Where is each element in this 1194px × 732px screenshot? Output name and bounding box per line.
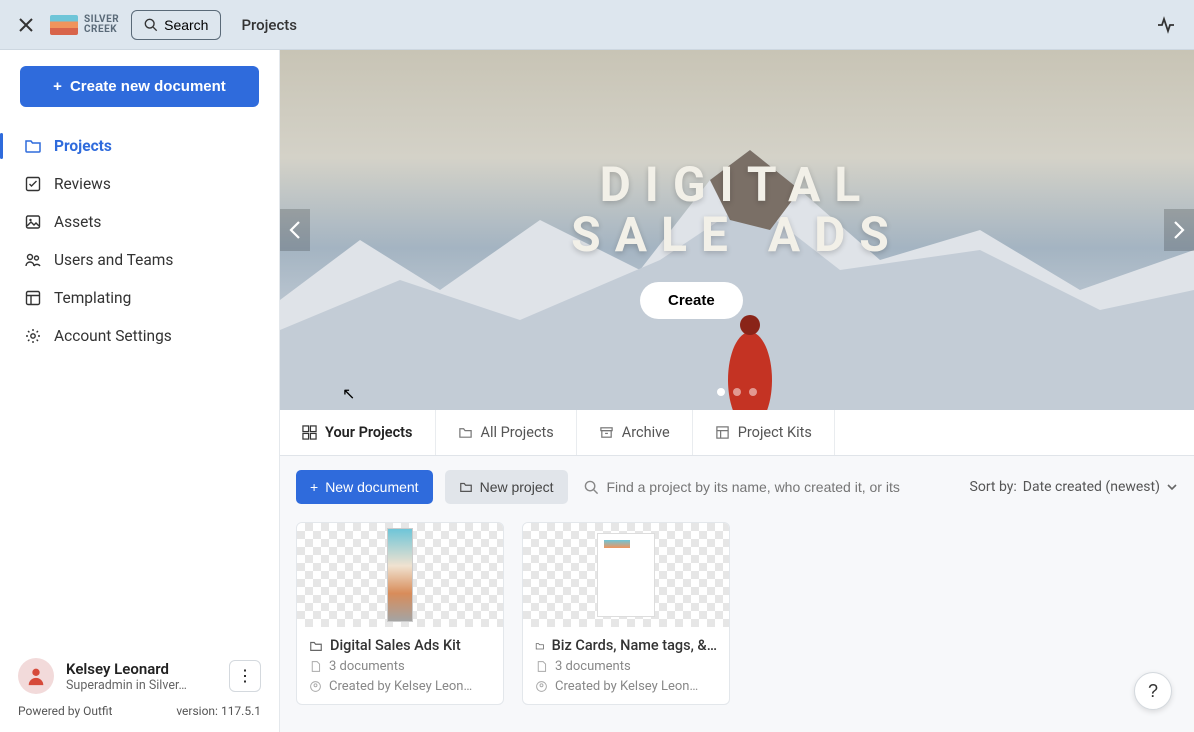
project-card[interactable]: Biz Cards, Name tags, &… 3 documents Cre… <box>522 522 730 705</box>
sidebar-item-projects[interactable]: Projects <box>12 127 267 165</box>
help-icon: ? <box>1148 681 1158 702</box>
gear-icon <box>24 327 42 345</box>
project-creator: Created by Kelsey Leon… <box>555 679 698 694</box>
carousel-dot[interactable] <box>717 388 725 396</box>
plus-icon: + <box>53 78 62 95</box>
project-thumbnail <box>297 523 503 627</box>
folder-icon <box>309 639 323 653</box>
logo-text-2: CREEK <box>84 25 119 35</box>
review-icon <box>24 175 42 193</box>
search-icon <box>144 18 158 32</box>
help-button[interactable]: ? <box>1134 672 1172 710</box>
user-icon <box>309 680 322 693</box>
new-project-button[interactable]: New project <box>445 470 568 504</box>
hero-banner: DIGITAL SALE ADS Create ↖ <box>280 50 1194 410</box>
sidebar-label: Account Settings <box>54 327 172 345</box>
carousel-dots <box>717 388 757 396</box>
sort-dropdown[interactable]: Sort by: Date created (newest) <box>970 479 1178 495</box>
kebab-icon: ⋮ <box>237 666 253 686</box>
sidebar-label: Templating <box>54 289 131 307</box>
chevron-left-icon <box>288 220 302 240</box>
tab-label: Archive <box>622 424 670 441</box>
user-name: Kelsey Leonard <box>66 660 217 678</box>
project-doc-count: 3 documents <box>329 659 405 674</box>
sidebar-item-reviews[interactable]: Reviews <box>12 165 267 203</box>
user-role: Superadmin in Silver… <box>66 678 217 693</box>
new-document-label: New document <box>325 479 418 495</box>
tab-archive[interactable]: Archive <box>577 410 693 455</box>
archive-icon <box>599 425 614 440</box>
create-document-button[interactable]: + Create new document <box>20 66 259 107</box>
carousel-prev-button[interactable] <box>280 209 310 251</box>
carousel-dot[interactable] <box>749 388 757 396</box>
sidebar-label: Projects <box>54 137 112 155</box>
chevron-down-icon <box>1166 481 1178 493</box>
folder-icon <box>459 480 473 494</box>
new-project-label: New project <box>480 479 554 495</box>
user-menu-button[interactable]: ⋮ <box>229 660 261 692</box>
plus-icon: + <box>310 479 318 495</box>
chevron-right-icon <box>1172 220 1186 240</box>
users-icon <box>24 251 42 269</box>
folder-icon <box>458 425 473 440</box>
user-icon <box>535 680 548 693</box>
tab-label: All Projects <box>481 424 554 441</box>
breadcrumb: Projects <box>241 16 297 34</box>
logo-mark-icon <box>50 15 78 35</box>
brand-logo[interactable]: SILVER CREEK <box>50 15 119 35</box>
search-icon <box>584 480 599 495</box>
folder-icon <box>535 639 545 653</box>
search-label: Search <box>164 17 208 33</box>
project-title: Digital Sales Ads Kit <box>330 637 461 654</box>
activity-icon[interactable] <box>1152 11 1180 39</box>
hero-create-button[interactable]: Create <box>640 282 743 319</box>
project-title: Biz Cards, Name tags, &… <box>552 637 717 654</box>
project-thumbnail <box>523 523 729 627</box>
project-card[interactable]: Digital Sales Ads Kit 3 documents Create… <box>296 522 504 705</box>
carousel-next-button[interactable] <box>1164 209 1194 251</box>
sidebar-item-templating[interactable]: Templating <box>12 279 267 317</box>
sidebar-label: Assets <box>54 213 101 231</box>
tab-all-projects[interactable]: All Projects <box>436 410 577 455</box>
tab-label: Your Projects <box>325 424 413 441</box>
close-button[interactable] <box>14 13 38 37</box>
document-icon <box>535 660 548 673</box>
project-search-input[interactable] <box>607 479 954 495</box>
avatar[interactable] <box>18 658 54 694</box>
project-doc-count: 3 documents <box>555 659 631 674</box>
image-icon <box>24 213 42 231</box>
logo-text-1: SILVER <box>84 15 119 25</box>
tab-project-kits[interactable]: Project Kits <box>693 410 835 455</box>
new-document-button[interactable]: + New document <box>296 470 433 504</box>
sidebar-item-users-teams[interactable]: Users and Teams <box>12 241 267 279</box>
powered-by: Powered by Outfit <box>18 704 112 718</box>
sidebar-item-account-settings[interactable]: Account Settings <box>12 317 267 355</box>
sort-label: Sort by: <box>970 479 1017 495</box>
version-label: version: 117.5.1 <box>176 704 261 718</box>
template-icon <box>24 289 42 307</box>
project-creator: Created by Kelsey Leon… <box>329 679 472 694</box>
sort-value: Date created (newest) <box>1023 479 1160 495</box>
folder-icon <box>24 137 42 155</box>
search-button[interactable]: Search <box>131 10 221 40</box>
sidebar-label: Users and Teams <box>54 251 173 269</box>
hero-title: DIGITAL SALE ADS <box>571 160 903 261</box>
grid-icon <box>302 425 317 440</box>
sidebar-label: Reviews <box>54 175 111 193</box>
sidebar-item-assets[interactable]: Assets <box>12 203 267 241</box>
carousel-dot[interactable] <box>733 388 741 396</box>
tab-your-projects[interactable]: Your Projects <box>280 410 436 455</box>
create-document-label: Create new document <box>70 78 226 95</box>
tab-label: Project Kits <box>738 424 812 441</box>
document-icon <box>309 660 322 673</box>
kit-icon <box>715 425 730 440</box>
